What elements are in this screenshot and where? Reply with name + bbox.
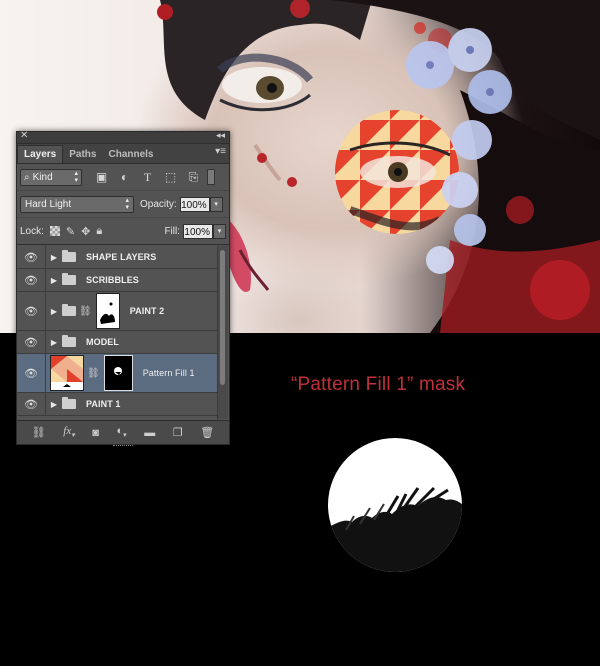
type-filter-icon[interactable]: T (138, 169, 157, 186)
folder-icon (62, 304, 76, 316)
adjustment-filter-icon[interactable]: ◐ (115, 169, 134, 186)
opacity-dropdown[interactable]: ▾ (209, 196, 223, 212)
layer-row[interactable]: 👁︎ ▶ SCRIBBLES (17, 269, 217, 292)
eye-icon[interactable]: 👁︎ (17, 393, 46, 415)
opacity-label: Opacity: (140, 198, 177, 210)
expand-triangle-icon[interactable]: ▶ (48, 253, 60, 262)
blend-mode-value: Hard Light (25, 198, 72, 210)
layer-name: MODEL (86, 337, 119, 347)
fill-label: Fill: (164, 225, 180, 237)
filter-toggle[interactable] (207, 169, 215, 185)
select-arrows-icon: ▴ ▾ (74, 170, 78, 184)
fill-field[interactable]: 100% (183, 223, 213, 239)
shape-filter-icon[interactable]: ⬚ (161, 169, 180, 186)
expand-triangle-icon[interactable]: ▶ (48, 400, 60, 409)
chain-link-icon[interactable]: ⛓︎ (87, 368, 100, 379)
mask-preview-image (328, 438, 462, 572)
lock-icons: ✎ ✥ 🔒︎ (49, 225, 102, 238)
eye-icon[interactable]: 👁︎ (17, 269, 46, 291)
eye-icon[interactable]: 👁︎ (17, 331, 46, 353)
kind-label: Kind (32, 171, 53, 183)
pixel-filter-icon[interactable]: ▣ (92, 169, 111, 186)
tab-paths[interactable]: Paths (63, 146, 102, 163)
folder-icon (62, 397, 76, 409)
link-icon[interactable]: ⛓︎ (32, 426, 46, 439)
layers-list: 👁︎ ▶ SHAPE LAYERS 👁︎ ▶ SCRIBBLES 👁︎ ▶ ⛓︎ (17, 246, 217, 419)
search-icon: ⌕ (24, 171, 30, 183)
eye-icon[interactable]: 👁︎ (17, 292, 46, 330)
layer-name: Pattern Fill 1 (142, 368, 195, 378)
mask-shape (113, 367, 122, 375)
pattern-fill-thumbnail[interactable] (50, 355, 84, 391)
lock-label: Lock: (20, 225, 44, 237)
layer-row-selected[interactable]: 👁︎ ⛓︎ Pattern Fill 1 (17, 354, 217, 393)
collapse-icon[interactable]: ◂◂ (216, 130, 225, 141)
filter-row: ⌕ Kind ▴ ▾ ▣ ◐ T ⬚ ⎘ (17, 164, 229, 191)
lock-transparency-icon[interactable] (49, 226, 60, 236)
layer-row[interactable]: 👁︎ ▶ ⛓︎ PAINT 2 (17, 292, 217, 331)
layer-name: PAINT 2 (129, 306, 165, 316)
folder-icon (62, 250, 76, 262)
layer-row[interactable]: 👁︎ ▶ SHAPE LAYERS (17, 246, 217, 269)
add-mask-icon[interactable]: ◙ (92, 427, 99, 439)
layer-mask-thumbnail[interactable] (103, 355, 133, 391)
new-group-icon[interactable]: ▬ (144, 427, 155, 439)
opacity-field[interactable]: 100% (179, 196, 210, 212)
select-arrows-icon: ▴ ▾ (125, 197, 129, 211)
adjustment-icon[interactable]: ◐▾ (117, 425, 127, 439)
lock-move-icon[interactable]: ✥ (81, 225, 90, 238)
layer-mask-thumbnail[interactable] (95, 293, 120, 329)
eye-icon[interactable]: 👁︎ (17, 354, 46, 392)
folder-icon (62, 335, 76, 347)
close-icon[interactable]: ✕ (20, 130, 28, 141)
smart-object-filter-icon[interactable]: ⎘ (184, 169, 203, 186)
folder-icon (62, 273, 76, 285)
panel-menu-icon[interactable]: ▾≡ (215, 146, 226, 157)
trash-icon[interactable]: 🗑︎ (200, 426, 214, 439)
lock-brush-icon[interactable]: ✎ (66, 225, 75, 238)
blend-mode-select[interactable]: Hard Light ▴ ▾ (20, 195, 134, 213)
chain-link-icon[interactable]: ⛓︎ (79, 306, 92, 317)
kind-filter-select[interactable]: ⌕ Kind ▴ ▾ (20, 168, 82, 186)
panel-footer: ⛓︎ fx▾ ◙ ◐▾ ▬ ❐ 🗑︎ (17, 420, 229, 446)
layer-name: SHAPE LAYERS (86, 252, 157, 262)
layers-panel: ✕ ◂◂ Layers Paths Channels ▾≡ ⌕ Kind ▴ ▾ … (16, 130, 230, 446)
layers-scrollbar[interactable] (217, 246, 228, 419)
panel-resize-grip[interactable] (113, 445, 133, 450)
layer-row[interactable]: 👁︎ ▶ PAINT 1 (17, 393, 217, 416)
fill-dropdown[interactable]: ▾ (213, 223, 226, 239)
mask-shape (99, 302, 115, 324)
lock-all-icon[interactable]: 🔒︎ (96, 225, 102, 238)
new-layer-icon[interactable]: ❐ (173, 426, 183, 439)
layer-name: SCRIBBLES (86, 275, 139, 285)
mask-caption: “Pattern Fill 1” mask (291, 374, 466, 395)
layer-row[interactable]: 👁︎ ▶ MODEL (17, 331, 217, 354)
expand-triangle-icon[interactable]: ▶ (48, 276, 60, 285)
fx-icon[interactable]: fx▾ (63, 425, 74, 439)
expand-triangle-icon[interactable]: ▶ (48, 338, 60, 347)
lock-row: Lock: ✎ ✥ 🔒︎ Fill: 100% ▾ (17, 218, 229, 245)
eye-icon[interactable]: 👁︎ (17, 246, 46, 268)
filter-icons: ▣ ◐ T ⬚ ⎘ (92, 169, 203, 186)
layer-name: PAINT 1 (86, 399, 121, 409)
panel-titlebar: ✕ ◂◂ (17, 130, 229, 144)
tab-channels[interactable]: Channels (102, 146, 159, 163)
pattern-swatch (51, 356, 83, 390)
expand-triangle-icon[interactable]: ▶ (48, 307, 60, 316)
tab-layers[interactable]: Layers (17, 145, 64, 163)
blend-row: Hard Light ▴ ▾ Opacity: 100% ▾ (17, 191, 229, 218)
panel-tabs: Layers Paths Channels ▾≡ (17, 144, 229, 164)
scrollbar-thumb[interactable] (220, 250, 225, 385)
